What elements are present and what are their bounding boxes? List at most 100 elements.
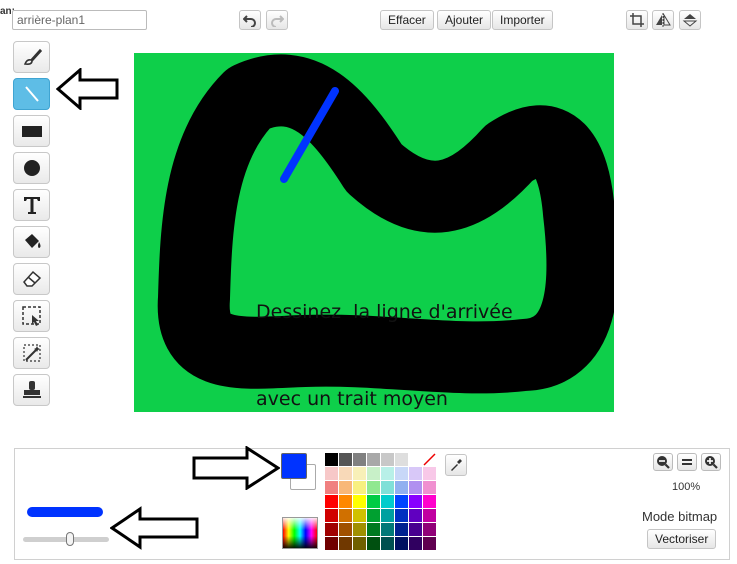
eyedropper-icon: [451, 459, 462, 471]
color-swatch[interactable]: [353, 537, 366, 550]
color-swatch[interactable]: [353, 523, 366, 536]
color-swatch[interactable]: [367, 537, 380, 550]
color-swatch[interactable]: [423, 453, 436, 466]
add-button[interactable]: Ajouter: [437, 10, 492, 30]
color-swatch[interactable]: [353, 481, 366, 494]
magic-wand-icon: [22, 344, 41, 362]
crop-button[interactable]: [626, 10, 648, 30]
color-swatch[interactable]: [325, 453, 338, 466]
clear-button[interactable]: Effacer: [380, 10, 434, 30]
color-swatch[interactable]: [325, 523, 338, 536]
flip-vertical-button[interactable]: [679, 10, 701, 30]
text-icon: [23, 197, 40, 214]
redo-icon: [271, 15, 284, 27]
ellipse-tool[interactable]: [13, 152, 50, 184]
line-icon: [24, 86, 39, 102]
flip-horizontal-icon: [656, 13, 671, 27]
color-swatch[interactable]: [325, 481, 338, 494]
color-swatch[interactable]: [395, 509, 408, 522]
redo-button[interactable]: [266, 10, 288, 30]
color-swatch[interactable]: [423, 523, 436, 536]
rectangle-icon: [21, 126, 42, 137]
color-swatch[interactable]: [409, 495, 422, 508]
annotation-line-1: Dessinez la ligne d'arrivée: [256, 301, 513, 323]
color-swatch[interactable]: [409, 453, 422, 466]
zoom-out-button[interactable]: [653, 453, 673, 471]
color-swatch[interactable]: [325, 537, 338, 550]
text-tool[interactable]: [13, 189, 50, 221]
color-swatch[interactable]: [339, 481, 352, 494]
color-swatch[interactable]: [353, 509, 366, 522]
paint-bucket-icon: [24, 234, 40, 248]
color-swatch[interactable]: [423, 495, 436, 508]
color-swatch[interactable]: [395, 495, 408, 508]
select-tool[interactable]: [13, 300, 50, 332]
color-swatch[interactable]: [381, 495, 394, 508]
color-swatch[interactable]: [339, 523, 352, 536]
color-swatch[interactable]: [381, 523, 394, 536]
hint-arrow-color: [192, 446, 280, 490]
color-swatch[interactable]: [367, 453, 380, 466]
color-swatch[interactable]: [409, 523, 422, 536]
primary-color-swatch[interactable]: [281, 453, 307, 479]
hint-arrow-slider: [110, 506, 199, 550]
color-swatch[interactable]: [339, 453, 352, 466]
color-swatch[interactable]: [423, 467, 436, 480]
rectangle-tool[interactable]: [13, 115, 50, 147]
color-swatch[interactable]: [367, 481, 380, 494]
color-swatch[interactable]: [381, 453, 394, 466]
color-swatch[interactable]: [367, 495, 380, 508]
zoom-level: 100%: [672, 481, 701, 493]
line-width-slider-handle[interactable]: [66, 532, 75, 546]
annotation-line-2: avec un trait moyen: [256, 388, 448, 410]
color-swatch[interactable]: [339, 467, 352, 480]
costume-name-input[interactable]: [12, 10, 147, 30]
color-swatch[interactable]: [381, 537, 394, 550]
color-swatch[interactable]: [339, 495, 352, 508]
color-swatch[interactable]: [409, 467, 422, 480]
stamp-tool[interactable]: [13, 374, 50, 406]
zoom-in-button[interactable]: [701, 453, 721, 471]
equals-icon: [682, 459, 692, 465]
color-swatch[interactable]: [409, 481, 422, 494]
color-swatch[interactable]: [395, 523, 408, 536]
color-swatch[interactable]: [339, 537, 352, 550]
import-button[interactable]: Importer: [492, 10, 553, 30]
color-swatch[interactable]: [409, 537, 422, 550]
color-swatch[interactable]: [339, 509, 352, 522]
color-gradient-picker[interactable]: [282, 517, 318, 549]
color-swatch[interactable]: [367, 523, 380, 536]
color-swatch[interactable]: [353, 467, 366, 480]
zoom-out-icon: [657, 456, 670, 469]
color-swatch[interactable]: [353, 453, 366, 466]
color-swatch[interactable]: [395, 481, 408, 494]
vectorize-button[interactable]: Vectoriser: [647, 529, 717, 549]
color-swatch[interactable]: [423, 481, 436, 494]
eyedropper-button[interactable]: [445, 454, 467, 476]
color-swatch[interactable]: [395, 467, 408, 480]
zoom-reset-button[interactable]: [677, 453, 697, 471]
magic-select-tool[interactable]: [13, 337, 50, 369]
color-swatch[interactable]: [409, 509, 422, 522]
brush-tool[interactable]: [13, 41, 50, 73]
color-swatch[interactable]: [325, 509, 338, 522]
color-swatch[interactable]: [381, 509, 394, 522]
line-tool[interactable]: [13, 78, 50, 110]
color-swatch[interactable]: [381, 481, 394, 494]
color-swatch[interactable]: [325, 467, 338, 480]
color-swatch[interactable]: [381, 467, 394, 480]
color-swatch[interactable]: [367, 467, 380, 480]
fill-tool[interactable]: [13, 226, 50, 258]
color-swatch[interactable]: [395, 453, 408, 466]
color-swatch[interactable]: [367, 509, 380, 522]
color-swatch-grid: [325, 453, 437, 551]
color-swatch[interactable]: [423, 537, 436, 550]
eraser-tool[interactable]: [13, 263, 50, 295]
color-swatch[interactable]: [325, 495, 338, 508]
color-swatch[interactable]: [395, 537, 408, 550]
color-swatch[interactable]: [423, 509, 436, 522]
hint-arrow-line-tool: [56, 68, 119, 110]
flip-horizontal-button[interactable]: [652, 10, 674, 30]
undo-button[interactable]: [239, 10, 261, 30]
color-swatch[interactable]: [353, 495, 366, 508]
